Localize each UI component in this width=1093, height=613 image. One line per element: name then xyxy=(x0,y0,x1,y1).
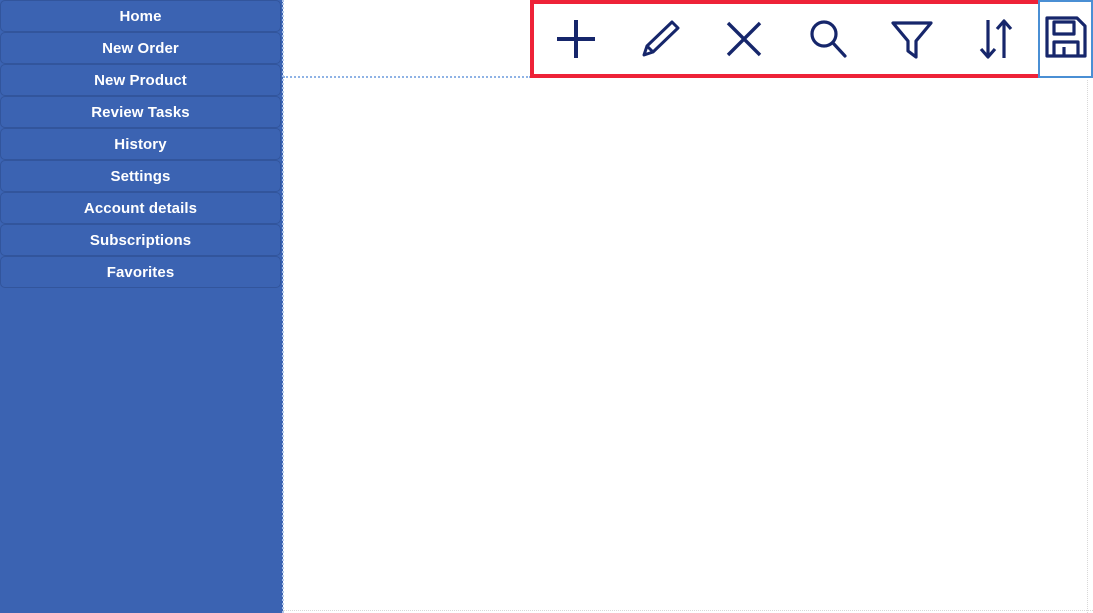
vertical-guide-line xyxy=(282,0,284,613)
filter-button[interactable] xyxy=(870,4,954,74)
sidebar-item-review-tasks[interactable]: Review Tasks xyxy=(0,96,281,128)
app-root: Home New Order New Product Review Tasks … xyxy=(0,0,1093,613)
right-edge-guide-line xyxy=(1087,80,1088,613)
pencil-icon xyxy=(636,15,684,63)
edit-button[interactable] xyxy=(618,4,702,74)
sidebar-item-label: Account details xyxy=(83,200,198,217)
sidebar-item-label: Settings xyxy=(110,168,171,185)
close-x-icon xyxy=(722,17,766,61)
delete-button[interactable] xyxy=(702,4,786,74)
sort-button[interactable] xyxy=(954,4,1038,74)
bottom-edge-guide-line xyxy=(283,610,1093,611)
sidebar-item-label: Review Tasks xyxy=(91,104,190,121)
save-floppy-icon xyxy=(1043,14,1089,65)
search-icon xyxy=(805,16,851,62)
sidebar-item-subscriptions[interactable]: Subscriptions xyxy=(0,224,281,256)
sidebar-item-new-order[interactable]: New Order xyxy=(0,32,281,64)
sort-arrows-icon xyxy=(974,15,1018,63)
sidebar-item-home[interactable]: Home xyxy=(0,0,281,32)
add-button[interactable] xyxy=(534,4,618,74)
action-toolbar xyxy=(530,0,1093,78)
horizontal-guide-line xyxy=(283,76,531,78)
sidebar-item-new-product[interactable]: New Product xyxy=(0,64,281,96)
save-button[interactable] xyxy=(1038,0,1093,78)
toolbar-button-group xyxy=(534,4,1038,74)
sidebar-item-history[interactable]: History xyxy=(0,128,281,160)
sidebar-item-label: Subscriptions xyxy=(89,232,192,249)
plus-icon xyxy=(553,16,599,62)
sidebar-menu: Home New Order New Product Review Tasks … xyxy=(0,0,283,288)
sidebar-item-label: History xyxy=(114,136,167,153)
sidebar: Home New Order New Product Review Tasks … xyxy=(0,0,283,613)
filter-funnel-icon xyxy=(888,15,936,63)
search-button[interactable] xyxy=(786,4,870,74)
sidebar-item-label: Home xyxy=(119,8,162,25)
sidebar-item-label: Favorites xyxy=(106,264,175,281)
sidebar-item-label: New Product xyxy=(94,72,187,89)
sidebar-item-settings[interactable]: Settings xyxy=(0,160,281,192)
sidebar-item-account-details[interactable]: Account details xyxy=(0,192,281,224)
sidebar-item-label: New Order xyxy=(102,40,179,57)
content-panel xyxy=(283,0,1093,613)
sidebar-item-favorites[interactable]: Favorites xyxy=(0,256,281,288)
